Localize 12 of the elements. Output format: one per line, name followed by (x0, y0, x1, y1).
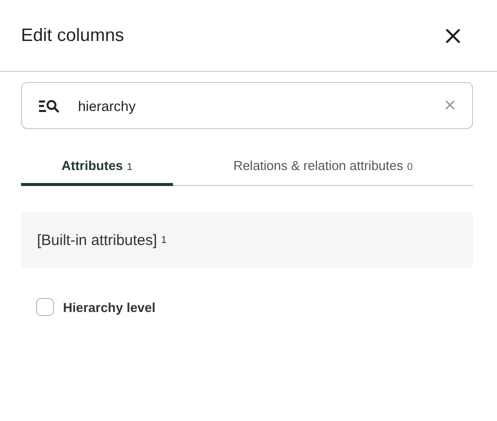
close-button[interactable] (445, 28, 461, 44)
checkbox-label: Hierarchy level (63, 300, 156, 314)
tab[interactable]: Attributes 1 (21, 148, 173, 186)
checkbox[interactable] (36, 298, 54, 316)
search-field[interactable]: hierarchy (21, 82, 473, 129)
close-icon (445, 100, 455, 110)
dialog-title: Edit columns (21, 25, 124, 46)
clear-button[interactable] (445, 100, 455, 110)
close-icon (445, 28, 461, 44)
group-count: 1 (161, 234, 167, 246)
group-title: [Built-in attributes] (37, 232, 158, 248)
tab[interactable]: Relations & relation attributes 0 (173, 148, 473, 186)
